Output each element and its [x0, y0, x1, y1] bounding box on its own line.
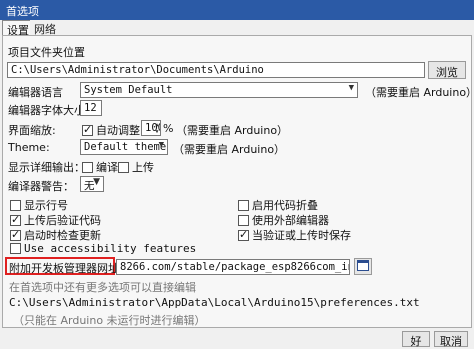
edit-urls-button[interactable]	[354, 258, 372, 275]
option-line-numbers[interactable]: 显示行号	[10, 197, 68, 213]
verbose-upload-label: 上传	[132, 161, 154, 174]
option-accessibility[interactable]: Use accessibility features	[10, 242, 196, 255]
editor-language-select[interactable]: System Default ▼	[80, 82, 358, 98]
scale-note: （需要重启 Arduino）	[176, 124, 289, 137]
boards-url-input[interactable]: 8266.com/stable/package_esp8266com_index…	[116, 259, 350, 275]
more-preferences-text: 在首选项中还有更多选项可以直接编辑	[9, 281, 196, 294]
window-list-icon	[357, 260, 369, 271]
editor-language-note: （需要重启 Arduino）	[365, 86, 474, 99]
check-updates-label: 启动时检查更新	[24, 229, 101, 242]
code-folding-checkbox[interactable]	[238, 200, 249, 211]
auto-scale-option[interactable]: 自动调整	[82, 122, 140, 138]
verbose-compile-checkbox[interactable]	[82, 162, 93, 173]
theme-select[interactable]: Default theme ▼	[80, 139, 168, 155]
line-numbers-label: 显示行号	[24, 199, 68, 212]
verbose-compile-option[interactable]: 编译	[82, 159, 118, 175]
accessibility-checkbox[interactable]	[10, 243, 21, 254]
verbose-label: 显示详细输出：	[8, 161, 85, 174]
code-folding-label: 启用代码折叠	[252, 199, 318, 212]
verbose-compile-label: 编译	[96, 161, 118, 174]
chevron-down-icon: ▼	[348, 83, 354, 93]
chevron-down-icon: ▼	[93, 177, 100, 187]
option-external-editor[interactable]: 使用外部编辑器	[238, 212, 329, 228]
external-editor-label: 使用外部编辑器	[252, 214, 329, 227]
tab-network[interactable]: 网络	[30, 20, 60, 36]
spinner-arrows-icon[interactable]: ▲ ▼	[154, 122, 160, 135]
chevron-down-icon: ▼	[158, 140, 164, 150]
sketchbook-path-input[interactable]: C:\Users\Administrator\Documents\Arduino	[7, 62, 425, 78]
window-title: 首选项	[6, 5, 39, 18]
option-code-folding[interactable]: 启用代码折叠	[238, 197, 318, 213]
sketchbook-label: 项目文件夹位置	[8, 46, 85, 59]
font-size-label: 编辑器字体大小	[8, 104, 85, 117]
auto-scale-checkbox[interactable]	[82, 123, 93, 136]
save-on-verify-label: 当验证或上传时保存	[252, 229, 351, 242]
boards-url-label: 附加开发板管理器网址:	[9, 262, 123, 275]
ok-button[interactable]: 好	[402, 331, 430, 348]
edit-warning-note: （只能在 Arduino 未运行时进行编辑）	[13, 314, 206, 327]
scale-percent-input[interactable]: 100 ▲▼	[141, 120, 161, 136]
option-verify-after-upload[interactable]: 上传后验证代码	[10, 212, 101, 228]
check-updates-checkbox[interactable]	[10, 228, 21, 241]
warnings-label: 编译器警告：	[8, 180, 74, 193]
line-numbers-checkbox[interactable]	[10, 200, 21, 211]
verify-after-upload-checkbox[interactable]	[10, 213, 21, 226]
warnings-select[interactable]: 无 ▼	[80, 176, 104, 192]
accessibility-label: Use accessibility features	[24, 242, 197, 255]
font-size-input[interactable]: 12	[80, 100, 102, 116]
preferences-path[interactable]: C:\Users\Administrator\AppData\Local\Ard…	[9, 296, 420, 309]
window-title-bar: 首选项	[0, 0, 474, 20]
verbose-upload-checkbox[interactable]	[118, 162, 129, 173]
auto-scale-label: 自动调整	[96, 124, 140, 137]
editor-language-label: 编辑器语言	[8, 86, 63, 99]
option-save-on-verify[interactable]: 当验证或上传时保存	[238, 227, 351, 243]
external-editor-checkbox[interactable]	[238, 215, 249, 226]
save-on-verify-checkbox[interactable]	[238, 228, 249, 241]
scale-unit: %	[163, 122, 174, 135]
scale-label: 界面缩放:	[8, 124, 56, 137]
theme-label: Theme:	[8, 141, 50, 154]
verify-after-upload-label: 上传后验证代码	[24, 214, 101, 227]
option-check-updates[interactable]: 启动时检查更新	[10, 227, 101, 243]
cancel-button[interactable]: 取消	[434, 331, 468, 348]
editor-language-value: System Default	[84, 84, 173, 96]
browse-button[interactable]: 浏览	[428, 61, 466, 79]
tab-bar: 设置 网络	[0, 20, 474, 37]
verbose-upload-option[interactable]: 上传	[118, 159, 154, 175]
theme-note: （需要重启 Arduino）	[173, 143, 286, 156]
theme-value: Default theme	[84, 141, 167, 153]
